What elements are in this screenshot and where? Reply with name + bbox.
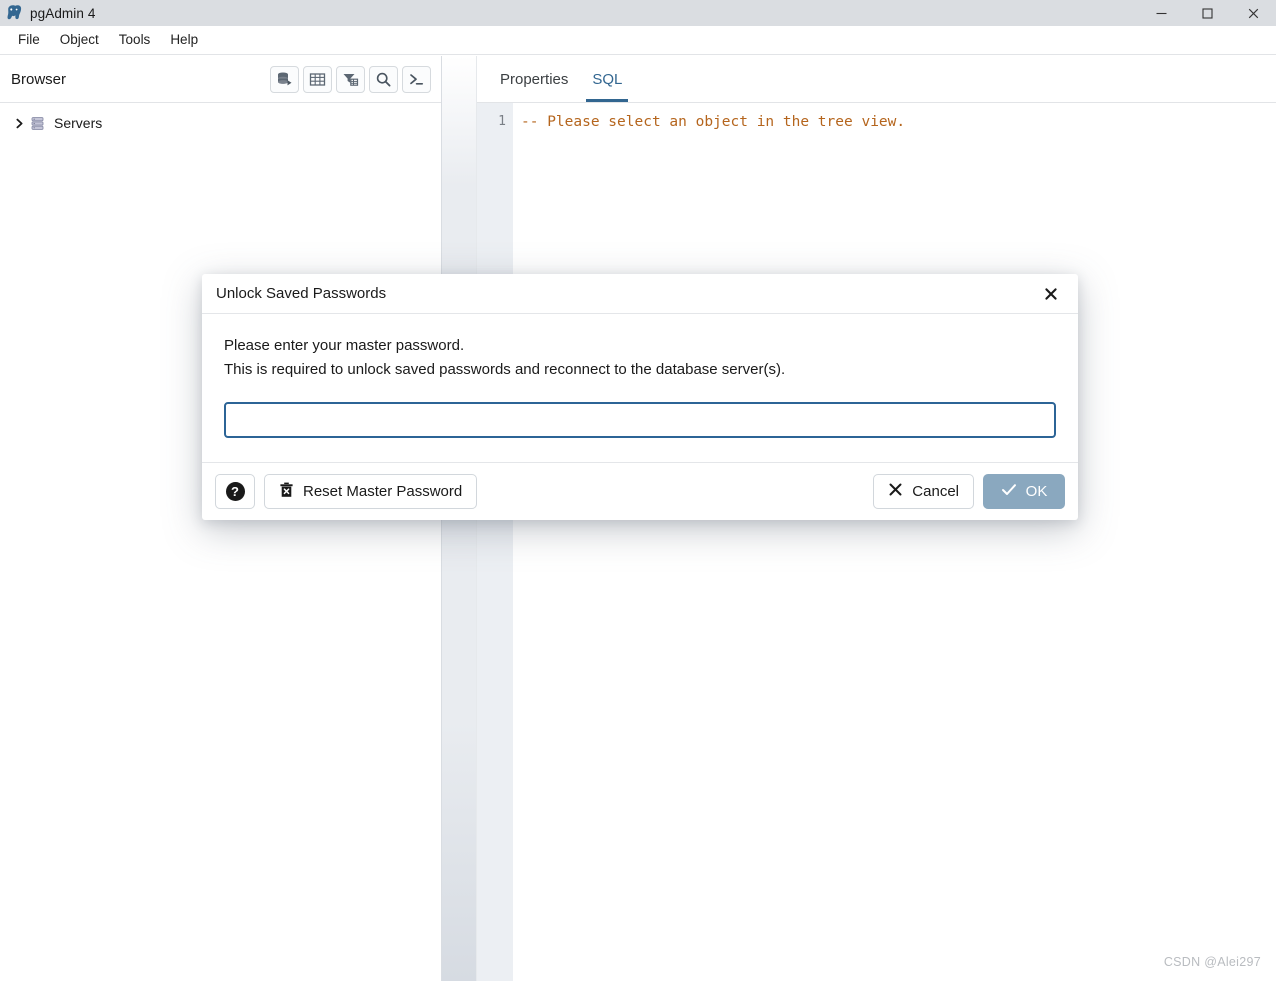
chevron-right-icon[interactable] [10,118,28,129]
object-tree: Servers [0,103,441,981]
watermark: CSDN @Alei297 [1163,955,1261,969]
maximize-icon[interactable] [1184,0,1230,26]
tab-properties-label: Properties [500,70,569,88]
browser-title: Browser [11,70,67,88]
pgadmin-elephant-icon [5,4,23,22]
menu-item-file[interactable]: File [8,30,50,50]
sql-comment-line: -- Please select an object in the tree v… [521,114,906,130]
panel-splitter[interactable] [441,56,477,981]
tree-node-label: Servers [54,115,103,131]
editor-content[interactable]: -- Please select an object in the tree v… [513,103,1276,981]
minimize-icon[interactable] [1138,0,1184,26]
app-title: pgAdmin 4 [30,5,96,21]
browser-toolbar [270,65,441,93]
window-titlebar: pgAdmin 4 [0,0,1276,26]
browser-panel: Browser Servers [0,56,441,981]
servers-icon [28,116,46,131]
query-tool-icon[interactable] [270,65,299,93]
view-data-icon[interactable] [303,65,332,93]
line-number: 1 [498,114,506,129]
tab-properties[interactable]: Properties [488,56,580,102]
close-icon[interactable] [1230,0,1276,26]
tab-sql[interactable]: SQL [580,56,634,102]
search-icon[interactable] [369,65,398,93]
menu-item-help[interactable]: Help [160,30,208,50]
sql-editor[interactable]: 1 -- Please select an object in the tree… [477,103,1276,981]
menu-item-tools[interactable]: Tools [109,30,161,50]
window-controls [1138,0,1276,26]
tab-sql-label: SQL [592,70,623,88]
menu-item-object[interactable]: Object [50,30,109,50]
browser-header: Browser [0,56,441,103]
workspace: Browser Servers Properties SQL 1 -- Plea… [0,56,1276,981]
psql-terminal-icon[interactable] [402,65,431,93]
filtered-rows-icon[interactable] [336,65,365,93]
tree-node-servers[interactable]: Servers [0,111,441,135]
right-panel: Properties SQL 1 -- Please select an obj… [477,56,1276,981]
editor-gutter: 1 [477,103,513,981]
tabbar: Properties SQL [477,56,1276,103]
menubar: File Object Tools Help [0,26,1276,55]
